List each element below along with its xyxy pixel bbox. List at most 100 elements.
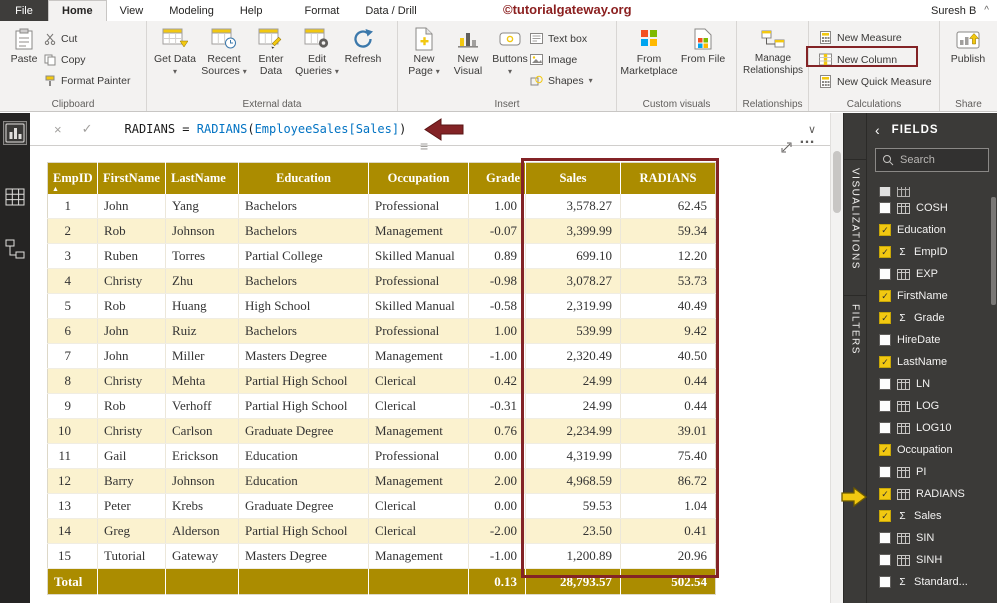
field-item[interactable]: Σ SINH bbox=[867, 549, 997, 571]
table-row[interactable]: 4 Christy Zhu Bachelors Professional -0.… bbox=[47, 268, 716, 294]
field-checkbox[interactable] bbox=[879, 334, 891, 346]
field-checkbox[interactable]: ✓ bbox=[879, 510, 891, 522]
new-quick-measure-button[interactable]: New Quick Measure bbox=[819, 73, 932, 90]
shapes-button[interactable]: Shapes ▾ bbox=[530, 72, 608, 89]
field-checkbox[interactable] bbox=[879, 554, 891, 566]
field-checkbox[interactable]: ✓ bbox=[879, 356, 891, 368]
visualizations-tab[interactable]: VISUALIZATIONS bbox=[844, 160, 866, 296]
column-header-radians[interactable]: RADIANS bbox=[620, 162, 716, 194]
get-data-button[interactable]: Get Data ▾ bbox=[151, 24, 199, 77]
table-row[interactable]: 9 Rob Verhoff Partial High School Cleric… bbox=[47, 393, 716, 419]
from-marketplace-button[interactable]: From Marketplace bbox=[620, 24, 678, 77]
field-checkbox[interactable] bbox=[879, 378, 891, 390]
field-item[interactable]: Σ bbox=[867, 187, 997, 197]
field-checkbox[interactable]: ✓ bbox=[879, 312, 891, 324]
field-checkbox[interactable] bbox=[879, 532, 891, 544]
field-item[interactable]: Σ PI bbox=[867, 461, 997, 483]
field-item[interactable]: Σ LOG bbox=[867, 395, 997, 417]
column-header-education[interactable]: Education bbox=[238, 162, 369, 194]
refresh-button[interactable]: Refresh bbox=[341, 24, 385, 65]
new-column-button[interactable]: New Column bbox=[819, 51, 932, 68]
canvas-scrollbar-thumb[interactable] bbox=[833, 151, 841, 213]
field-checkbox[interactable] bbox=[879, 400, 891, 412]
column-header-occupation[interactable]: Occupation bbox=[368, 162, 469, 194]
report-canvas[interactable]: EmpID ▲ FirstName LastName Education Occu… bbox=[30, 147, 830, 603]
field-item[interactable]: Σ HireDate bbox=[867, 329, 997, 351]
field-item[interactable]: Σ LN bbox=[867, 373, 997, 395]
table-row[interactable]: 1 John Yang Bachelors Professional 1.00 … bbox=[47, 194, 716, 219]
focus-mode-icon[interactable] bbox=[781, 142, 792, 153]
paste-button[interactable]: Paste bbox=[4, 24, 44, 65]
fields-search-input[interactable]: Search bbox=[875, 148, 989, 172]
cancel-formula-icon[interactable]: × bbox=[54, 122, 62, 137]
edit-queries-button[interactable]: Edit Queries ▾ bbox=[293, 24, 341, 77]
new-page-button[interactable]: New Page ▾ bbox=[402, 24, 446, 77]
new-visual-button[interactable]: New Visual bbox=[446, 24, 490, 77]
field-checkbox[interactable]: ✓ bbox=[879, 488, 891, 500]
field-item[interactable]: ✓ Σ FirstName bbox=[867, 285, 997, 307]
table-row[interactable]: 14 Greg Alderson Partial High School Cle… bbox=[47, 518, 716, 544]
format-painter-button[interactable]: Format Painter bbox=[44, 72, 130, 89]
user-account[interactable]: Suresh B ^ bbox=[931, 0, 989, 21]
field-checkbox[interactable] bbox=[879, 187, 891, 197]
table-visual[interactable]: EmpID ▲ FirstName LastName Education Occu… bbox=[47, 162, 716, 595]
field-checkbox[interactable]: ✓ bbox=[879, 290, 891, 302]
column-header-lastname[interactable]: LastName bbox=[165, 162, 239, 194]
commit-formula-icon[interactable]: ✓ bbox=[82, 121, 93, 137]
field-checkbox[interactable] bbox=[879, 268, 891, 280]
image-button[interactable]: Image bbox=[530, 51, 608, 68]
column-header-sales[interactable]: Sales bbox=[525, 162, 621, 194]
table-row[interactable]: 11 Gail Erickson Education Professional … bbox=[47, 443, 716, 469]
field-item[interactable]: Σ COSH bbox=[867, 197, 997, 219]
report-view-button[interactable] bbox=[3, 121, 27, 145]
field-item[interactable]: ✓ Σ RADIANS bbox=[867, 483, 997, 505]
table-row[interactable]: 2 Rob Johnson Bachelors Management -0.07… bbox=[47, 218, 716, 244]
new-measure-button[interactable]: New Measure bbox=[819, 29, 932, 46]
table-row[interactable]: 3 Ruben Torres Partial College Skilled M… bbox=[47, 243, 716, 269]
column-header-empid[interactable]: EmpID ▲ bbox=[47, 162, 98, 194]
field-checkbox[interactable] bbox=[879, 576, 891, 588]
field-checkbox[interactable] bbox=[879, 202, 891, 214]
fields-scrollbar-thumb[interactable] bbox=[991, 197, 996, 305]
visual-drag-handle-icon[interactable]: ≡ bbox=[420, 138, 428, 154]
field-item[interactable]: ✓ Σ EmpID bbox=[867, 241, 997, 263]
visual-more-options-icon[interactable]: … bbox=[799, 130, 816, 148]
recent-sources-button[interactable]: Recent Sources ▾ bbox=[199, 24, 249, 77]
table-row[interactable]: 12 Barry Johnson Education Management 2.… bbox=[47, 468, 716, 494]
enter-data-button[interactable]: Enter Data bbox=[249, 24, 293, 77]
field-item[interactable]: Σ Standard... bbox=[867, 571, 997, 593]
cut-button[interactable]: Cut bbox=[44, 30, 130, 47]
column-header-firstname[interactable]: FirstName bbox=[97, 162, 166, 194]
filters-tab[interactable]: FILTERS bbox=[844, 296, 866, 355]
field-item[interactable]: ✓ Σ LastName bbox=[867, 351, 997, 373]
from-file-button[interactable]: From File bbox=[677, 24, 729, 65]
model-view-button[interactable] bbox=[3, 237, 27, 261]
field-item[interactable]: Σ EXP bbox=[867, 263, 997, 285]
table-row[interactable]: 6 John Ruiz Bachelors Professional 1.00 … bbox=[47, 318, 716, 344]
formula-text[interactable]: RADIANS = RADIANS(EmployeeSales[Sales]) bbox=[125, 122, 407, 136]
field-item[interactable]: ✓ Σ Sales bbox=[867, 505, 997, 527]
data-view-button[interactable] bbox=[3, 185, 27, 209]
table-row[interactable]: 7 John Miller Masters Degree Management … bbox=[47, 343, 716, 369]
field-item[interactable]: Σ SIN bbox=[867, 527, 997, 549]
table-row[interactable]: 5 Rob Huang High School Skilled Manual -… bbox=[47, 293, 716, 319]
canvas-scrollbar[interactable] bbox=[830, 113, 843, 603]
publish-button[interactable]: Publish bbox=[944, 24, 992, 65]
buttons-button[interactable]: Buttons ▾ bbox=[490, 24, 530, 77]
field-item[interactable]: Σ LOG10 bbox=[867, 417, 997, 439]
field-checkbox[interactable] bbox=[879, 422, 891, 434]
table-row[interactable]: 15 Tutorial Gateway Masters Degree Manag… bbox=[47, 543, 716, 569]
copy-button[interactable]: Copy bbox=[44, 51, 130, 68]
tab-help[interactable]: Help bbox=[227, 0, 276, 21]
field-checkbox[interactable]: ✓ bbox=[879, 224, 891, 236]
table-row[interactable]: 13 Peter Krebs Graduate Degree Clerical … bbox=[47, 493, 716, 519]
field-checkbox[interactable]: ✓ bbox=[879, 444, 891, 456]
tab-view[interactable]: View bbox=[107, 0, 157, 21]
field-checkbox[interactable] bbox=[879, 466, 891, 478]
tab-modeling[interactable]: Modeling bbox=[156, 0, 227, 21]
table-row[interactable]: 8 Christy Mehta Partial High School Cler… bbox=[47, 368, 716, 394]
field-item[interactable]: ✓ Σ Grade bbox=[867, 307, 997, 329]
file-menu-button[interactable]: File bbox=[0, 0, 48, 21]
field-item[interactable]: ✓ Σ Education bbox=[867, 219, 997, 241]
column-header-grade[interactable]: Grade bbox=[468, 162, 526, 194]
